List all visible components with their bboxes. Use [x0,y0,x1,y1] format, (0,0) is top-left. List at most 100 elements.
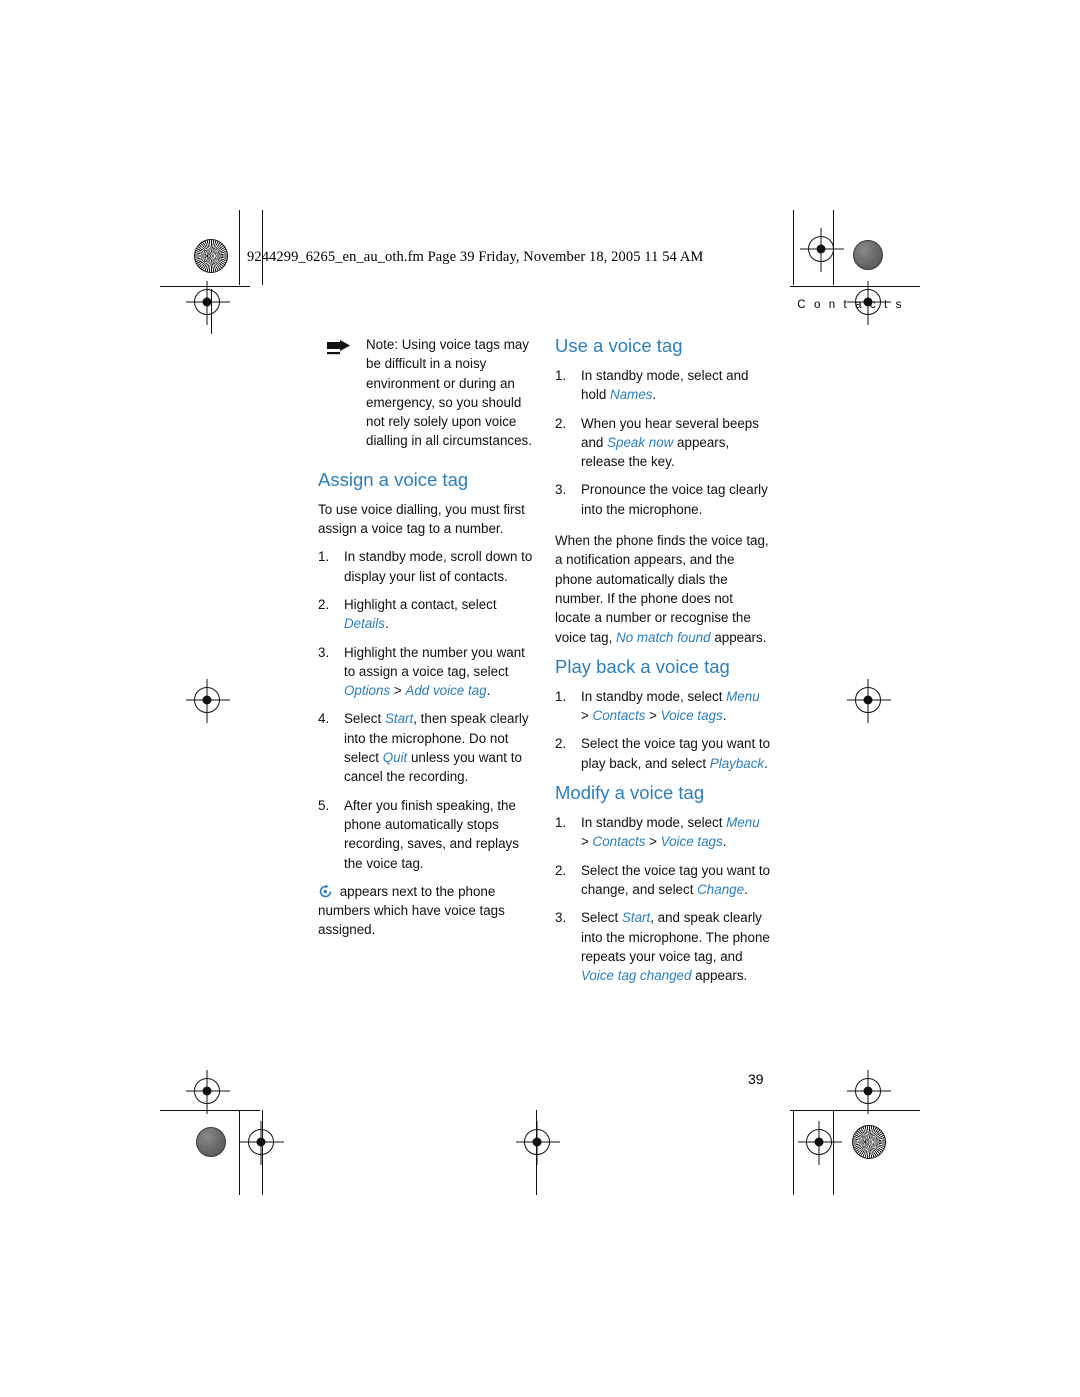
playback-steps-list: In standby mode, select Menu > Contacts … [555,687,771,773]
step-item: When you hear several beeps and Speak no… [555,414,771,472]
step-item: Pronounce the voice tag clearly into the… [555,480,771,519]
step-item: Select Start, and speak clearly into the… [555,908,771,985]
registration-mark-top-right [808,236,834,262]
crop-line-right-vertical-bottom-2 [833,1110,834,1195]
body-text: appears. [710,629,767,645]
ui-term: Menu [726,815,760,831]
ui-term: Contacts [592,834,646,850]
heading-play-back-voice-tag: Play back a voice tag [555,655,730,677]
crop-line-right-vertical-2 [833,210,834,285]
body-text: Pronounce the voice tag clearly into the… [581,482,768,517]
step-item: After you finish speaking, the phone aut… [318,796,534,873]
registration-mark-bottom-left [248,1129,274,1155]
step-item: Highlight the number you want to assign … [318,643,534,701]
ui-term: Start [621,910,651,926]
left-column: Note: Using voice tags may be difficult … [318,335,534,949]
starburst-mark-bottom-right [852,1125,886,1159]
ui-term: Menu [726,688,760,704]
body-text: . [744,881,748,897]
crop-line-bottom-horizontal-right [790,1110,920,1111]
right-column: Use a voice tag In standby mode, select … [555,335,771,994]
assign-closing-paragraph: appears next to the phone numbers which … [318,882,534,940]
body-text: > [581,708,593,724]
body-text: Highlight a contact, select [344,596,497,612]
crop-line-center-vertical-bottom [536,1110,537,1195]
body-text: > [390,683,406,699]
body-text: > [645,834,661,850]
step-item: Highlight a contact, select Details. [318,595,534,634]
body-text: > [581,834,593,850]
ui-term: Change [697,881,745,897]
assign-closing-text: appears next to the phone numbers which … [318,883,505,938]
grey-dot-mark-top-right [853,240,883,270]
step-item: Select the voice tag you want to play ba… [555,734,771,773]
note-block: Note: Using voice tags may be difficult … [318,335,534,451]
ui-term: Options [344,683,391,699]
heading-use-voice-tag: Use a voice tag [555,335,683,356]
body-text: . [486,683,491,699]
ui-term: Names [610,387,653,403]
grey-dot-mark-bottom-left [196,1127,226,1157]
body-text: . [722,834,727,850]
note-label: Note: Using voice tags may be difficult … [366,337,532,449]
registration-mark-left-lower [194,1078,220,1104]
ui-term: Start [384,711,414,727]
step-item: In standby mode, select Menu > Contacts … [555,813,771,852]
crop-line-right-vertical [793,210,794,285]
ui-term: Quit [382,750,408,766]
crop-line-top-horizontal-right [790,286,920,287]
registration-mark-left-upper [194,289,220,315]
body-text: After you finish speaking, the phone aut… [344,797,519,871]
body-text: In standby mode, select [581,688,727,704]
registration-mark-bottom-center [524,1129,550,1155]
note-hand-icon [326,339,352,358]
body-text: . [384,616,389,632]
ui-term: Voice tags [660,834,723,850]
ui-term: No match found [616,629,711,645]
body-text: . [652,387,657,403]
ui-term: Voice tags [660,708,723,724]
registration-mark-right-lower [855,1078,881,1104]
body-text: When the phone finds the voice tag, a no… [555,533,769,645]
crop-line-left-vertical-bottom-2 [262,1110,263,1195]
step-item: Select the voice tag you want to change,… [555,861,771,900]
crop-line-bottom-horizontal-left [160,1110,260,1111]
ui-term: Playback [709,755,765,771]
use-steps-list: In standby mode, select and hold Names. W… [555,366,771,519]
body-text: Highlight the number you want to assign … [344,644,525,679]
crop-line-left-vertical-2 [262,210,263,285]
body-text: Select [581,910,622,926]
file-header-text: 9244299_6265_en_au_oth.fm Page 39 Friday… [247,249,704,265]
crop-line-left-inner [211,289,212,334]
registration-mark-right-middle [855,687,881,713]
crop-line-top-horizontal-left [160,286,250,287]
body-text: In standby mode, select and hold [581,368,749,403]
ui-term: Contacts [592,708,646,724]
ui-term: Voice tag changed [581,968,692,984]
step-item: Select Start, then speak clearly into th… [318,709,534,786]
voice-tag-icon [318,884,333,899]
step-item: In standby mode, select and hold Names. [555,366,771,405]
running-head: C o n t a c t s [797,299,904,311]
body-text: Select [344,711,385,727]
page-number: 39 [748,1071,764,1087]
body-text: . [764,755,768,771]
body-text: appears. [691,968,748,984]
assign-steps-list: In standby mode, scroll down to display … [318,547,534,872]
ui-term: Add voice tag [405,683,487,699]
crop-line-right-vertical-bottom [793,1110,794,1195]
ui-term: Details [344,616,385,632]
crop-line-left-vertical-bottom [239,1110,240,1195]
assign-intro-paragraph: To use voice dialling, you must first as… [318,501,525,537]
registration-mark-bottom-right [806,1129,832,1155]
heading-modify-voice-tag: Modify a voice tag [555,782,705,804]
crop-line-left-vertical [239,210,240,285]
step-item: In standby mode, select Menu > Contacts … [555,687,771,726]
body-text: In standby mode, scroll down to display … [344,549,533,584]
step-item: In standby mode, scroll down to display … [318,547,534,586]
body-text: > [645,708,661,724]
use-continuation-paragraph: When the phone finds the voice tag, a no… [555,531,771,647]
body-text: . [722,708,727,724]
modify-steps-list: In standby mode, select Menu > Contacts … [555,813,771,985]
starburst-mark-top-left [194,239,228,273]
